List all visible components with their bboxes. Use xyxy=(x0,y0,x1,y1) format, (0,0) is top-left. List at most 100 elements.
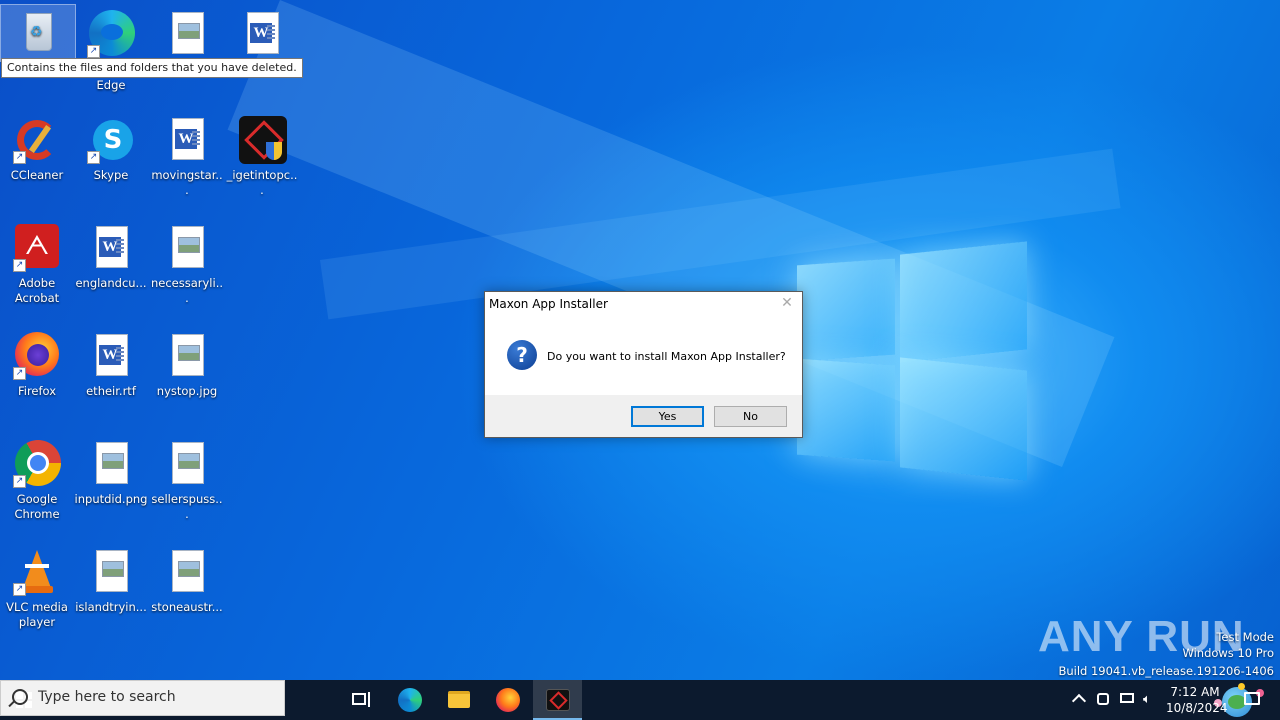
volume-icon: 🔈︎ xyxy=(1143,692,1151,707)
taskbar-clock[interactable]: 7:12 AM 10/8/2024 xyxy=(1166,684,1228,716)
taskbar-edge-button[interactable] xyxy=(386,680,434,720)
desktop-icon-google-chrome[interactable]: ↗ Google Chrome xyxy=(0,434,74,522)
question-icon: ? xyxy=(507,340,537,370)
shortcut-arrow-icon: ↗ xyxy=(87,45,100,58)
desktop-icon-word-doc[interactable]: W englandcu... xyxy=(74,218,148,291)
icon-label: englandcu... xyxy=(75,276,147,290)
desktop-icon-recycle-bin[interactable]: ♻ xyxy=(0,4,76,62)
taskbar-file-explorer-button[interactable] xyxy=(435,680,483,720)
clock-time: 7:12 AM xyxy=(1170,685,1220,699)
no-button[interactable]: No xyxy=(714,406,787,427)
desktop-icon-image-file[interactable]: necessaryli... xyxy=(150,218,224,306)
folder-icon xyxy=(448,691,470,708)
word-doc-icon: W xyxy=(238,10,286,58)
image-file-icon xyxy=(163,224,211,272)
firefox-icon xyxy=(496,688,520,712)
shortcut-arrow-icon: ↗ xyxy=(13,259,26,272)
desktop-icon-word-doc[interactable]: W tf xyxy=(225,4,299,74)
acrobat-icon: ᗅ ↗ xyxy=(13,224,61,272)
clock-date: 10/8/2024 xyxy=(1166,701,1228,715)
image-file-icon xyxy=(87,548,135,596)
image-file-icon xyxy=(163,548,211,596)
show-hidden-icons-button[interactable] xyxy=(1070,680,1088,720)
desktop-icon-image-file[interactable] xyxy=(150,4,224,62)
icon-label: Firefox xyxy=(17,384,57,398)
icon-label: nystop.jpg xyxy=(156,384,218,398)
icon-label: stoneaustr... xyxy=(151,600,223,614)
watermark-build: Build 19041.vb_release.191206-1406 xyxy=(1058,664,1274,678)
desktop-icon-ccleaner[interactable]: ↗ CCleaner xyxy=(0,110,74,183)
image-file-icon xyxy=(87,440,135,488)
desktop-icon-edge[interactable]: ↗ Edge xyxy=(74,4,148,93)
icon-label: VLC media player xyxy=(6,600,68,629)
icon-label: CCleaner xyxy=(10,168,64,182)
tray-app-icon[interactable] xyxy=(1093,680,1113,720)
taskbar-firefox-button[interactable] xyxy=(484,680,532,720)
shortcut-arrow-icon: ↗ xyxy=(87,151,100,164)
desktop-icon-skype[interactable]: S ↗ Skype xyxy=(74,110,148,183)
desktop-icon-image-file[interactable]: islandtryin... xyxy=(74,542,148,615)
dialog-button-bar: Yes No xyxy=(485,395,802,437)
vlc-icon: ↗ xyxy=(13,548,61,596)
icon-label: Skype xyxy=(93,168,129,182)
image-file-icon xyxy=(163,440,211,488)
action-center-button[interactable] xyxy=(1232,680,1272,720)
recycle-bin-icon: ♻ xyxy=(14,9,62,57)
notification-icon xyxy=(1244,692,1260,705)
edge-icon: ↗ xyxy=(87,10,135,58)
desktop-icon-word-doc[interactable]: W movingstar... xyxy=(150,110,224,198)
icon-label: Adobe Acrobat xyxy=(14,276,60,305)
yes-button[interactable]: Yes xyxy=(631,406,704,427)
ccleaner-icon: ↗ xyxy=(13,116,61,164)
skype-icon: S ↗ xyxy=(87,116,135,164)
dialog-message: Do you want to install Maxon App Install… xyxy=(547,350,786,363)
maxon-installer-icon xyxy=(546,689,570,711)
install-confirm-dialog: Maxon App Installer ✕ ? Do you want to i… xyxy=(484,291,803,438)
desktop-icon-adobe-acrobat[interactable]: ᗅ ↗ Adobe Acrobat xyxy=(0,218,74,306)
taskbar-maxon-installer-button[interactable] xyxy=(533,680,582,720)
installer-app-icon xyxy=(238,116,287,164)
watermark-test-mode: Test Mode xyxy=(1216,630,1274,644)
search-placeholder: Type here to search xyxy=(38,689,176,705)
desktop-icon-vlc[interactable]: ↗ VLC media player xyxy=(0,542,74,630)
desktop-icon-image-file[interactable]: inputdid.png xyxy=(74,434,148,507)
shortcut-arrow-icon: ↗ xyxy=(13,583,26,596)
icon-label: necessaryli... xyxy=(150,276,224,305)
chevron-up-icon xyxy=(1071,693,1087,709)
desktop: ♻ ↗ Edge W tf Contains the files and fol… xyxy=(0,0,1280,680)
close-icon[interactable]: ✕ xyxy=(778,294,796,312)
firefox-icon: ↗ xyxy=(13,332,61,380)
word-doc-icon: W xyxy=(163,116,211,164)
watermark-edition: Windows 10 Pro xyxy=(1182,646,1274,660)
chrome-icon: ↗ xyxy=(13,440,61,488)
image-file-icon xyxy=(163,332,211,380)
edge-icon xyxy=(398,688,422,712)
dialog-title: Maxon App Installer xyxy=(489,297,608,311)
icon-label: Edge xyxy=(96,78,126,92)
search-icon xyxy=(12,689,28,705)
shortcut-arrow-icon: ↗ xyxy=(13,151,26,164)
taskbar: Type here to search 🔈︎ 7:12 AM 10/8/2024 xyxy=(0,680,1280,720)
desktop-icon-image-file[interactable]: nystop.jpg xyxy=(150,326,224,399)
icon-label: etheir.rtf xyxy=(86,384,136,398)
volume-button[interactable]: 🔈︎ xyxy=(1141,680,1161,720)
image-file-icon xyxy=(163,10,211,58)
task-view-button[interactable] xyxy=(336,680,384,720)
tray-monitor-icon xyxy=(1097,693,1109,705)
icon-label: sellerspuss... xyxy=(151,492,223,521)
word-doc-icon: W xyxy=(87,332,135,380)
desktop-icon-app[interactable]: _igetintopc... xyxy=(225,110,299,198)
network-button[interactable] xyxy=(1117,680,1137,720)
icon-label: Google Chrome xyxy=(14,492,60,521)
network-icon xyxy=(1120,693,1134,703)
desktop-icon-firefox[interactable]: ↗ Firefox xyxy=(0,326,74,399)
desktop-icon-word-doc[interactable]: W etheir.rtf xyxy=(74,326,148,399)
desktop-icon-image-file[interactable]: sellerspuss... xyxy=(150,434,224,522)
icon-label: movingstar... xyxy=(151,168,223,197)
icon-label: _igetintopc... xyxy=(226,168,298,197)
task-view-icon xyxy=(352,693,366,705)
desktop-icon-image-file[interactable]: stoneaustr... xyxy=(150,542,224,615)
shortcut-arrow-icon: ↗ xyxy=(13,367,26,380)
icon-label: inputdid.png xyxy=(74,492,148,506)
icon-label: islandtryin... xyxy=(75,600,147,614)
